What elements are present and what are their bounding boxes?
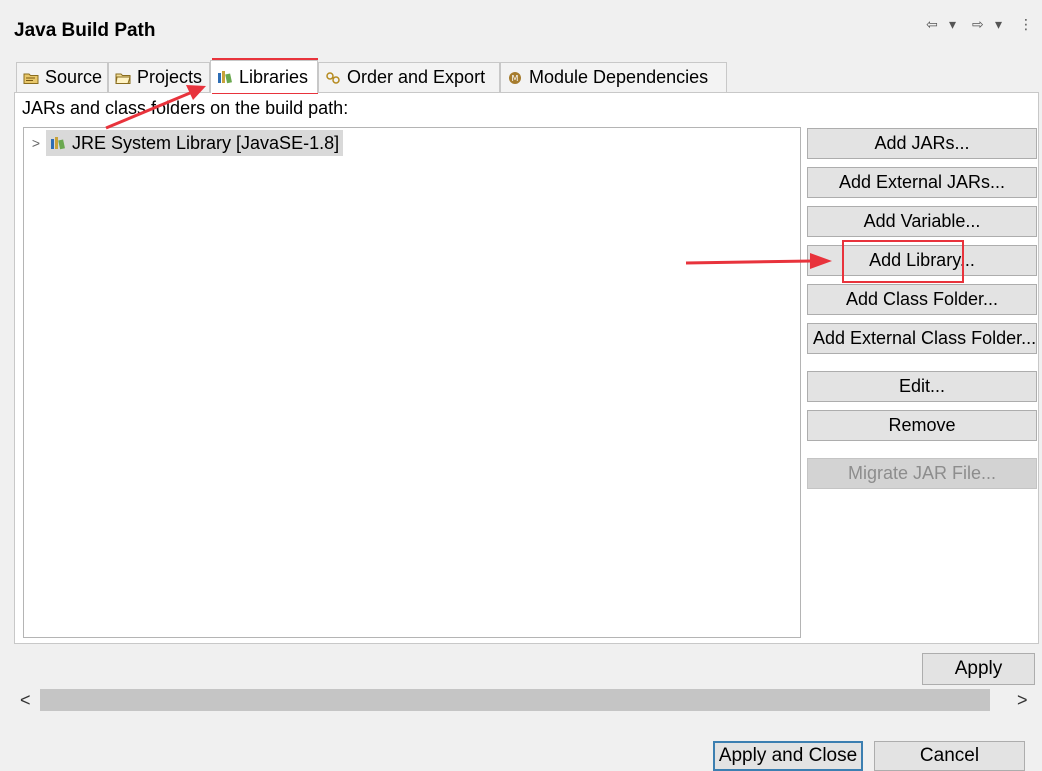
tab-libraries[interactable]: Libraries: [210, 60, 318, 93]
arrow-to-libraries-tab: [105, 85, 206, 130]
libraries-icon: [218, 71, 232, 84]
tab-libraries-label: Libraries: [239, 66, 309, 87]
annotation-arrows: [105, 85, 832, 269]
arrow-to-add-library: [685, 253, 832, 269]
